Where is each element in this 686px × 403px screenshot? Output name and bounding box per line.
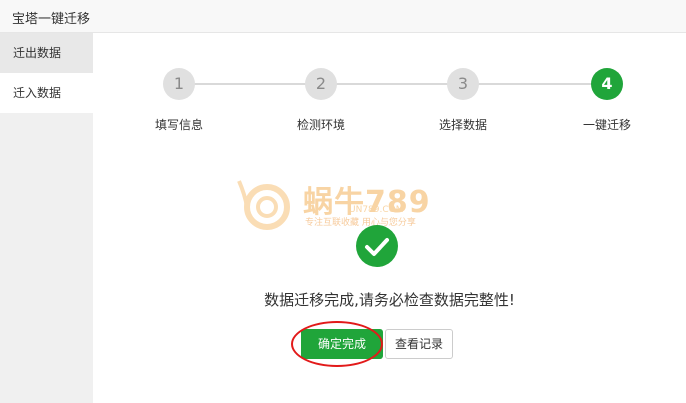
step-number: 4 (591, 68, 623, 100)
step-label: 一键迁移 (582, 118, 631, 132)
step-number: 1 (163, 68, 195, 100)
steps-connector (179, 83, 607, 85)
sidebar: 迁出数据 迁入数据 (0, 33, 93, 403)
step-3: 3 选择数据 (413, 68, 513, 133)
sidebar-item-label: 迁出数据 (13, 46, 62, 60)
view-log-button[interactable]: 查看记录 (385, 329, 453, 359)
main-panel: 1 填写信息 2 检测环境 3 选择数据 4 一键迁移 蜗牛789 UN789.… (93, 33, 686, 403)
sidebar-item-import[interactable]: 迁入数据 (0, 73, 93, 113)
step-label: 检测环境 (296, 118, 345, 132)
dialog-title: 宝塔一键迁移 (12, 12, 91, 27)
sidebar-item-export[interactable]: 迁出数据 (0, 33, 93, 73)
step-1: 1 填写信息 (129, 68, 229, 133)
confirm-complete-button[interactable]: 确定完成 (301, 329, 383, 359)
step-label: 选择数据 (438, 118, 487, 132)
success-check-icon (356, 225, 398, 267)
watermark-domain: UN789.COM (349, 205, 404, 215)
step-number: 3 (447, 68, 479, 100)
sidebar-item-label: 迁入数据 (13, 86, 62, 100)
step-label: 填写信息 (154, 118, 203, 132)
step-4: 4 一键迁移 (557, 68, 657, 133)
dialog-titlebar: 宝塔一键迁移 (0, 0, 686, 33)
step-number: 2 (305, 68, 337, 100)
step-2: 2 检测环境 (271, 68, 371, 133)
completion-message: 数据迁移完成,请务必检查数据完整性! (264, 291, 515, 309)
watermark: 蜗牛789 UN789.COM 专注互联收藏 用心与您分享 (233, 173, 473, 233)
snail-logo-icon (237, 180, 290, 230)
